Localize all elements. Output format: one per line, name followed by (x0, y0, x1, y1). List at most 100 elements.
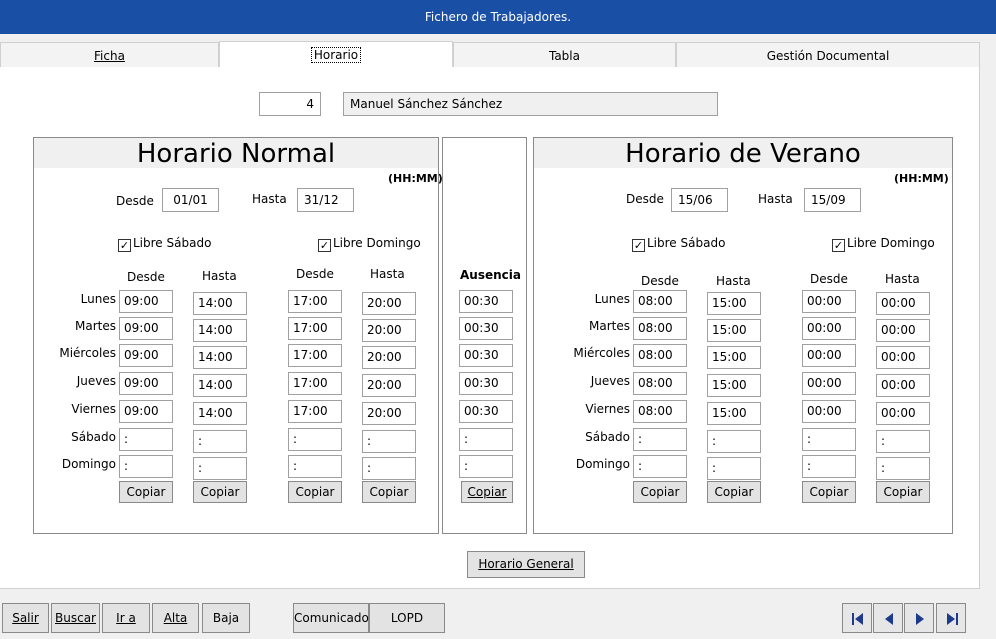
verano-time-field[interactable]: : (633, 428, 687, 451)
previous-record-button[interactable] (873, 603, 903, 633)
comunicado-button[interactable]: Comunicado (293, 603, 369, 633)
verano-time-field[interactable]: 08:00 (633, 372, 687, 395)
first-record-button[interactable] (842, 603, 872, 633)
normal-time-field[interactable]: 14:00 (193, 292, 247, 315)
verano-copy-button[interactable]: Copiar (707, 481, 761, 503)
normal-time-field[interactable]: 14:00 (193, 346, 247, 369)
normal-time-field[interactable]: : (119, 428, 173, 451)
buscar-button[interactable]: Buscar (51, 603, 100, 633)
verano-time-field[interactable]: 08:00 (633, 290, 687, 313)
normal-libre-domingo-checkbox[interactable]: ✓ Libre Domingo (318, 236, 421, 252)
normal-copy-button[interactable]: Copiar (288, 481, 342, 503)
ausencia-time-field[interactable]: : (459, 428, 513, 451)
normal-time-field[interactable]: 20:00 (362, 292, 416, 315)
last-record-button[interactable] (936, 603, 966, 633)
verano-time-field[interactable]: 00:00 (802, 317, 856, 340)
normal-copy-button[interactable]: Copiar (193, 481, 247, 503)
salir-button[interactable]: Salir (2, 603, 49, 633)
employee-id-field[interactable]: 4 (259, 92, 321, 116)
tab-strip: Ficha Horario Tabla Gestión Documental (0, 41, 980, 69)
normal-libre-sabado-checkbox[interactable]: ✓ Libre Sábado (118, 236, 211, 252)
normal-time-field[interactable]: 17:00 (288, 344, 342, 367)
normal-time-field[interactable]: : (362, 457, 416, 480)
normal-time-field[interactable]: 17:00 (288, 290, 342, 313)
verano-time-field[interactable]: : (707, 457, 761, 480)
lopd-button[interactable]: LOPD (369, 603, 445, 633)
normal-time-field[interactable]: 20:00 (362, 319, 416, 342)
normal-time-field[interactable]: : (193, 430, 247, 453)
tab-horario[interactable]: Horario (219, 41, 453, 69)
normal-time-field[interactable]: : (288, 455, 342, 478)
verano-hasta-field[interactable]: 15/09 (804, 188, 861, 212)
verano-time-field[interactable]: : (707, 430, 761, 453)
verano-time-field[interactable]: 15:00 (707, 292, 761, 315)
normal-time-field[interactable]: 09:00 (119, 317, 173, 340)
normal-time-field[interactable]: 14:00 (193, 402, 247, 425)
ausencia-copy-button[interactable]: Copiar (461, 481, 513, 503)
verano-time-field[interactable]: 00:00 (802, 290, 856, 313)
verano-time-field[interactable]: : (633, 455, 687, 478)
normal-copy-button[interactable]: Copiar (362, 481, 416, 503)
verano-time-field[interactable]: 00:00 (802, 344, 856, 367)
normal-hasta-field[interactable]: 31/12 (297, 188, 354, 212)
alta-button[interactable]: Alta (152, 603, 199, 633)
next-record-icon (916, 613, 924, 625)
normal-time-field[interactable]: 09:00 (119, 344, 173, 367)
normal-time-field[interactable]: 20:00 (362, 374, 416, 397)
verano-time-field[interactable]: : (802, 428, 856, 451)
normal-time-field[interactable]: : (193, 457, 247, 480)
verano-time-field[interactable]: 00:00 (876, 374, 930, 397)
verano-time-field[interactable]: 15:00 (707, 374, 761, 397)
normal-time-field[interactable]: : (362, 430, 416, 453)
normal-time-field[interactable]: 17:00 (288, 317, 342, 340)
verano-time-field[interactable]: : (802, 455, 856, 478)
ausencia-time-field[interactable]: 00:30 (459, 290, 513, 313)
verano-desde-field[interactable]: 15/06 (671, 188, 728, 212)
normal-time-field[interactable]: : (119, 455, 173, 478)
next-record-button[interactable] (904, 603, 934, 633)
verano-copy-button[interactable]: Copiar (876, 481, 930, 503)
normal-time-field[interactable]: 09:00 (119, 400, 173, 423)
verano-time-field[interactable]: : (876, 457, 930, 480)
verano-libre-sabado-checkbox[interactable]: ✓ Libre Sábado (632, 236, 725, 252)
verano-time-field[interactable]: 00:00 (802, 372, 856, 395)
normal-desde-field[interactable]: 01/01 (162, 188, 219, 212)
ausencia-time-field[interactable]: 00:30 (459, 400, 513, 423)
normal-time-field[interactable]: 20:00 (362, 402, 416, 425)
normal-time-field[interactable]: 14:00 (193, 374, 247, 397)
normal-time-field[interactable]: : (288, 428, 342, 451)
verano-time-field[interactable]: 08:00 (633, 400, 687, 423)
verano-time-field[interactable]: 00:00 (802, 400, 856, 423)
verano-libre-domingo-checkbox[interactable]: ✓ Libre Domingo (832, 236, 935, 252)
verano-time-field[interactable]: 00:00 (876, 402, 930, 425)
verano-time-field[interactable]: 00:00 (876, 346, 930, 369)
tab-tabla[interactable]: Tabla (453, 42, 676, 68)
verano-time-field[interactable]: 00:00 (876, 319, 930, 342)
verano-time-field[interactable]: : (876, 430, 930, 453)
ausencia-time-field[interactable]: 00:30 (459, 372, 513, 395)
ausencia-time-field[interactable]: : (459, 455, 513, 478)
normal-time-field[interactable]: 17:00 (288, 372, 342, 395)
verano-time-field[interactable]: 08:00 (633, 317, 687, 340)
verano-time-field[interactable]: 15:00 (707, 319, 761, 342)
ausencia-time-field[interactable]: 00:30 (459, 344, 513, 367)
normal-time-field[interactable]: 09:00 (119, 290, 173, 313)
horario-general-button[interactable]: Horario General (467, 551, 585, 578)
ausencia-time-field[interactable]: 00:30 (459, 317, 513, 340)
normal-time-field[interactable]: 14:00 (193, 319, 247, 342)
verano-time-field[interactable]: 15:00 (707, 402, 761, 425)
normal-time-field[interactable]: 20:00 (362, 346, 416, 369)
verano-time-field[interactable]: 00:00 (876, 292, 930, 315)
tab-ficha[interactable]: Ficha (0, 42, 219, 68)
baja-button[interactable]: Baja (202, 603, 250, 633)
normal-copy-button[interactable]: Copiar (119, 481, 173, 503)
verano-time-field[interactable]: 15:00 (707, 346, 761, 369)
verano-copy-button[interactable]: Copiar (633, 481, 687, 503)
tab-gestion-documental[interactable]: Gestión Documental (676, 42, 980, 68)
verano-copy-button[interactable]: Copiar (802, 481, 856, 503)
normal-time-field[interactable]: 09:00 (119, 372, 173, 395)
normal-time-field[interactable]: 17:00 (288, 400, 342, 423)
verano-time-field[interactable]: 08:00 (633, 344, 687, 367)
ira-button[interactable]: Ir a (102, 603, 150, 633)
verano-col-hasta-2: Hasta (885, 272, 920, 286)
